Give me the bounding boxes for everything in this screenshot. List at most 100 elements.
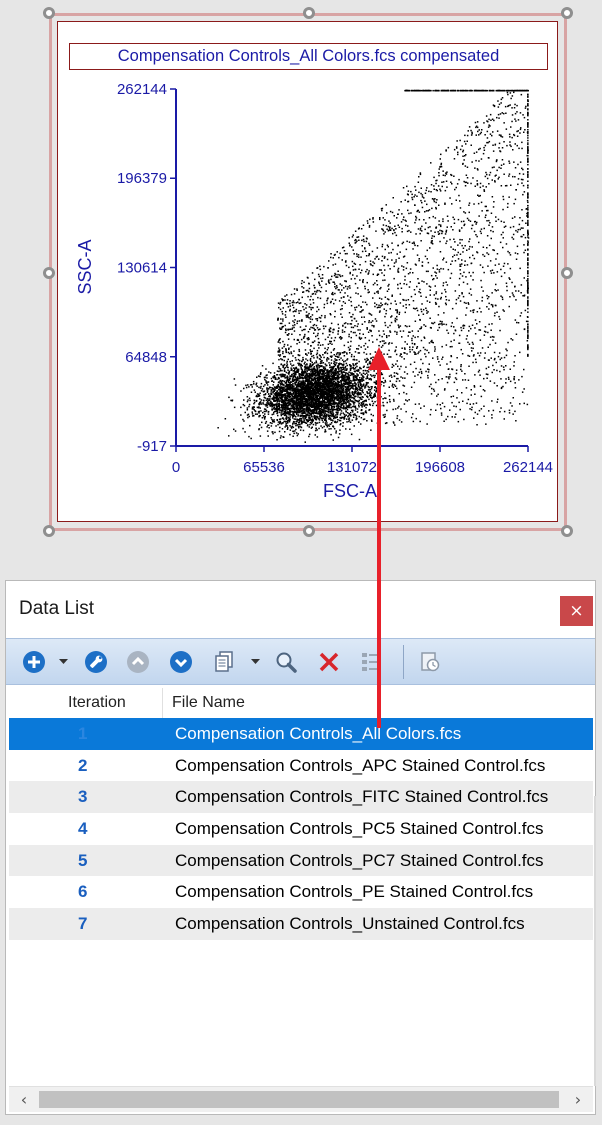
scatter-point: [338, 356, 340, 358]
scatter-point: [291, 368, 293, 371]
scatter-point: [396, 310, 399, 313]
scatter-point: [347, 379, 349, 381]
scatter-point: [453, 381, 456, 384]
scatter-point: [333, 417, 335, 420]
scatter-point: [470, 275, 472, 277]
scatter-point: [262, 415, 265, 417]
scatter-point: [400, 221, 403, 223]
scatter-point: [442, 218, 444, 220]
scatter-point: [261, 388, 264, 390]
scatter-point: [244, 411, 246, 414]
scatter-point: [248, 403, 251, 406]
scatter-point: [270, 425, 273, 427]
scatter-point: [330, 380, 333, 382]
scatter-point: [303, 396, 306, 398]
scatter-point: [270, 391, 272, 393]
scatter-point: [278, 306, 280, 309]
scatter-point: [330, 422, 333, 424]
scatter-point: [365, 353, 368, 355]
scatter-point: [252, 406, 255, 408]
scatter-point: [374, 386, 377, 388]
scatter-point: [432, 322, 434, 325]
scatter-point: [258, 386, 260, 389]
scatter-point: [336, 413, 339, 416]
scatter-point: [503, 410, 506, 413]
scatter-point: [460, 348, 462, 351]
scatter-point: [295, 424, 297, 427]
scatter-point: [364, 373, 366, 375]
scatter-point: [293, 387, 296, 389]
scatter-point: [400, 408, 402, 410]
scatter-point: [414, 194, 416, 196]
scatter-point: [441, 232, 443, 235]
scatter-point: [323, 327, 325, 330]
scatter-point: [277, 404, 280, 407]
scatter-point: [300, 368, 303, 370]
scatter-point: [369, 353, 372, 355]
scatter-point: [306, 372, 308, 375]
scatter-point: [337, 395, 339, 398]
scatter-point: [340, 382, 343, 385]
scatter-point: [338, 419, 341, 422]
scatter-point: [322, 401, 325, 403]
scatter-point: [343, 417, 346, 419]
scatter-point: [279, 387, 281, 389]
scatter-point: [283, 374, 285, 376]
scatter-point: [246, 407, 249, 409]
scatter-point: [332, 388, 334, 390]
scatter-point: [292, 364, 295, 366]
scatter-point: [486, 297, 489, 300]
scatter-point: [469, 256, 471, 259]
scatter-point: [256, 376, 258, 378]
scatter-point: [294, 372, 296, 375]
scatter-point: [280, 423, 283, 425]
scatter-point: [289, 403, 291, 405]
scatter-point: [510, 97, 512, 100]
scatter-point: [355, 383, 357, 385]
scatter-point: [384, 379, 386, 382]
scatter-point: [298, 389, 301, 392]
scatter-point: [304, 441, 306, 443]
scatter-point: [296, 370, 299, 372]
scatter-point: [483, 271, 485, 274]
scatter-point: [334, 299, 337, 301]
scatter-point: [392, 386, 395, 388]
scatter-point: [272, 421, 275, 423]
scatter-point: [372, 261, 374, 263]
scatter-point: [289, 416, 291, 418]
scatter-point: [421, 225, 423, 228]
scatter-point: [266, 374, 268, 376]
scatter-point: [281, 347, 284, 349]
scatter-point: [342, 402, 344, 405]
scatter-point: [271, 413, 273, 416]
scatter-point: [314, 421, 317, 424]
scatter-point: [334, 408, 337, 411]
scatter-point: [463, 301, 466, 304]
scatter-point: [373, 370, 375, 372]
scatter-point: [295, 416, 297, 418]
scatter-point: [350, 373, 353, 375]
scatter-point: [339, 401, 342, 404]
scatter-point: [356, 365, 358, 368]
scatter-point: [345, 368, 348, 370]
scatter-point: [444, 288, 446, 291]
scatter-point: [279, 421, 281, 423]
scatter-point: [438, 326, 441, 329]
scatter-point: [379, 341, 382, 343]
scatter-point: [307, 420, 309, 422]
scatter-point: [333, 392, 335, 394]
scatter-point: [352, 411, 354, 413]
scatter-point: [315, 395, 318, 397]
scatter-point: [281, 413, 283, 415]
scatter-point: [343, 361, 345, 363]
scatter-point: [322, 366, 324, 368]
scatter-point: [413, 241, 415, 243]
scatter-point: [361, 316, 363, 318]
scatter-point: [411, 196, 413, 199]
scatter-point: [328, 406, 330, 409]
scatter-point: [265, 368, 267, 370]
scatter-point: [333, 348, 336, 350]
scatter-point: [324, 429, 326, 431]
scatter-point: [292, 304, 294, 306]
scatter-point: [505, 378, 507, 380]
